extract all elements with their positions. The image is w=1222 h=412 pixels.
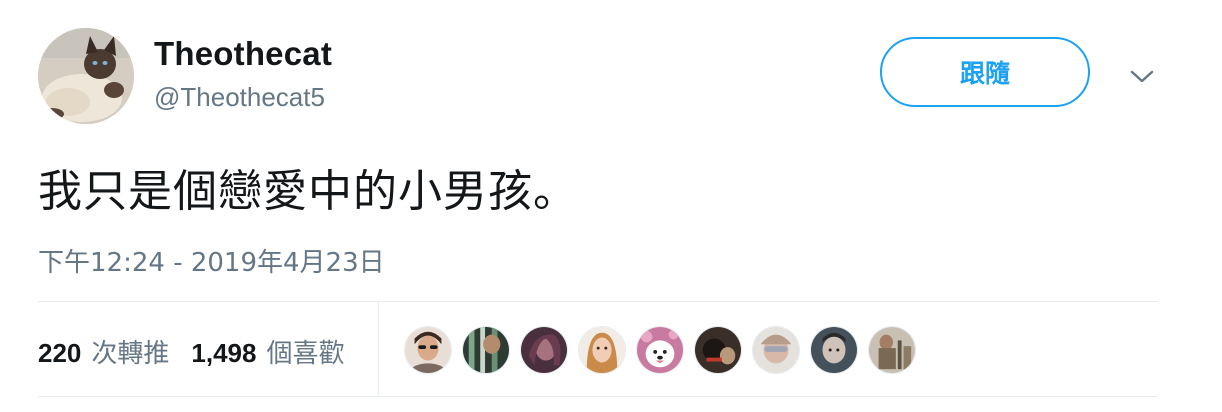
tweet-stats: 220 次轉推 1,498 個喜歡 bbox=[38, 333, 345, 370]
liker-avatar-6-icon[interactable] bbox=[694, 326, 742, 374]
liker-avatar-5-icon[interactable] bbox=[636, 326, 684, 374]
tweet-card: Theothecat @Theothecat5 跟隨 我只是個戀愛中的小男孩。 … bbox=[0, 0, 1222, 412]
author-display-name[interactable]: Theothecat bbox=[154, 35, 332, 73]
siamese-cat-avatar-icon bbox=[38, 28, 134, 124]
liker-avatar-3-icon[interactable] bbox=[520, 326, 568, 374]
liker-avatar-4-icon[interactable] bbox=[578, 326, 626, 374]
liker-avatar-8-icon[interactable] bbox=[810, 326, 858, 374]
stats-divider-vertical bbox=[378, 302, 379, 396]
liker-avatar-7-icon[interactable] bbox=[752, 326, 800, 374]
follow-button[interactable]: 跟隨 bbox=[880, 37, 1090, 107]
author-avatar[interactable] bbox=[38, 28, 134, 124]
retweets-stat[interactable]: 220 次轉推 bbox=[38, 333, 169, 370]
chevron-down-icon[interactable] bbox=[1128, 64, 1156, 88]
likes-label: 個喜歡 bbox=[266, 339, 345, 369]
likes-count: 1,498 bbox=[191, 338, 257, 368]
stats-divider-top bbox=[38, 301, 1158, 302]
tweet-timestamp[interactable]: 下午12:24 - 2019年4月23日 bbox=[38, 242, 385, 279]
liker-avatar-9-icon[interactable] bbox=[868, 326, 916, 374]
liker-avatar-1-icon[interactable] bbox=[404, 326, 452, 374]
retweets-count: 220 bbox=[38, 338, 82, 368]
stats-divider-bottom bbox=[38, 396, 1158, 397]
tweet-text: 我只是個戀愛中的小男孩。 bbox=[38, 166, 578, 217]
likes-stat[interactable]: 1,498 個喜歡 bbox=[191, 333, 344, 370]
liker-avatar-2-icon[interactable] bbox=[462, 326, 510, 374]
author-handle[interactable]: @Theothecat5 bbox=[154, 82, 325, 113]
likers-avatar-list bbox=[404, 326, 926, 374]
retweets-label: 次轉推 bbox=[91, 339, 170, 369]
